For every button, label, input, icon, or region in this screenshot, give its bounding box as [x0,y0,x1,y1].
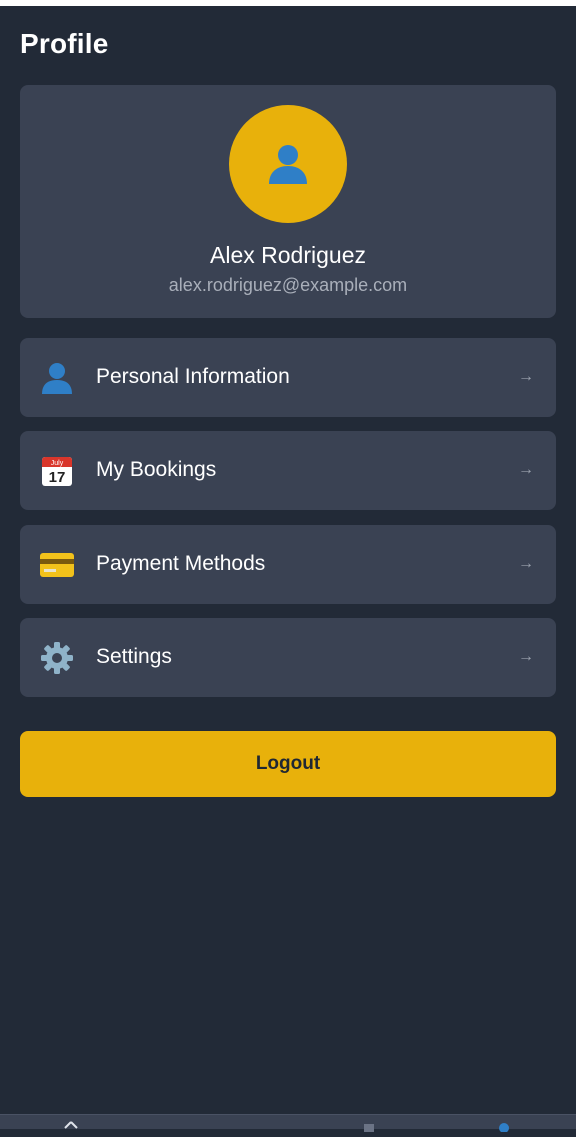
menu-item-my-bookings[interactable]: July 17 My Bookings → [20,431,556,510]
calendar-day-text: 17 [49,469,66,486]
logout-button[interactable]: Logout [20,731,556,797]
user-silhouette-icon [269,145,307,184]
menu-item-payment-methods[interactable]: Payment Methods → [20,525,556,604]
menu-item-personal-information[interactable]: Personal Information → [20,338,556,417]
calendar-month-text: July [51,460,64,467]
profile-card: Alex Rodriguez alex.rodriguez@example.co… [20,85,556,318]
profile-icon[interactable] [497,1119,511,1133]
user-name: Alex Rodriguez [210,242,366,268]
calendar-icon: July 17 [38,452,76,490]
menu-item-label: Personal Information [96,365,290,388]
arrow-right-icon: → [518,368,534,385]
gear-icon [38,639,76,677]
credit-card-icon [38,546,76,584]
profile-screen: Profile Alex Rodriguez alex.rodriguez@ex… [0,6,576,1133]
arrow-right-icon: → [518,555,534,572]
bookings-icon[interactable] [362,1119,376,1132]
menu-item-label: Settings [96,645,172,668]
arrow-right-icon: → [518,461,534,478]
arrow-right-icon: → [518,648,534,665]
menu-item-settings[interactable]: Settings → [20,618,556,697]
home-icon[interactable] [64,1119,78,1130]
bottom-nav [0,1114,576,1133]
page-title: Profile [20,28,109,59]
user-email: alex.rodriguez@example.com [168,275,408,295]
menu-item-label: Payment Methods [96,552,266,575]
menu-item-label: My Bookings [96,458,217,481]
user-icon [38,359,76,397]
avatar [229,105,347,223]
